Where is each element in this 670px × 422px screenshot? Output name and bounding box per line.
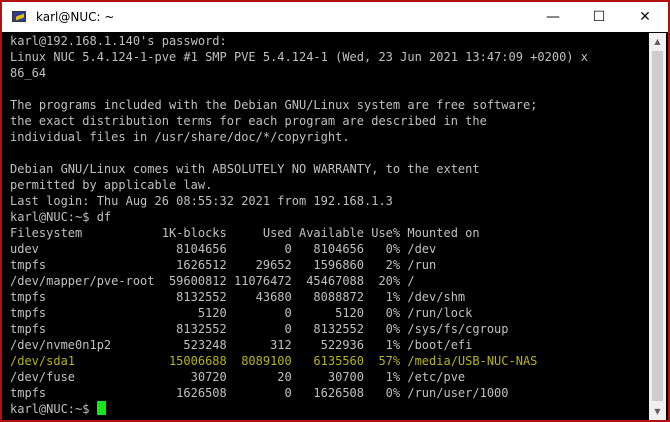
- window-controls: — ☐ ✕: [530, 2, 668, 32]
- terminal-line: karl@192.168.1.140's password:: [10, 33, 652, 49]
- terminal-line: tmpfs 1626508 0 1626508 0% /run/user/100…: [10, 385, 652, 401]
- terminal-line: The programs included with the Debian GN…: [10, 97, 652, 113]
- terminal-line: /dev/sda1 15006688 8089100 6135560 57% /…: [10, 353, 652, 369]
- terminal-line-text: tmpfs 5120 0 5120 0% /run/lock: [10, 306, 473, 320]
- terminal-line: karl@NUC:~$ df: [10, 209, 652, 225]
- terminal-line-text: the exact distribution terms for each pr…: [10, 114, 487, 128]
- terminal-line: /dev/nvme0n1p2 523248 312 522936 1% /boo…: [10, 337, 652, 353]
- vertical-scrollbar[interactable]: ▲ ▼: [649, 33, 666, 420]
- terminal-line-text: Filesystem 1K-blocks Used Available Use%…: [10, 226, 480, 240]
- terminal-line-text: Linux NUC 5.4.124-1-pve #1 SMP PVE 5.4.1…: [10, 50, 588, 64]
- terminal-line: Debian GNU/Linux comes with ABSOLUTELY N…: [10, 161, 652, 177]
- terminal-line: 86_64: [10, 65, 652, 81]
- terminal-line-text: tmpfs 1626512 29652 1596860 2% /run: [10, 258, 437, 272]
- terminal-line: karl@NUC:~$: [10, 401, 652, 417]
- terminal-line-text: Debian GNU/Linux comes with ABSOLUTELY N…: [10, 162, 480, 176]
- scroll-up-arrow-icon[interactable]: ▲: [649, 33, 666, 50]
- terminal-line-text: karl@NUC:~$: [10, 402, 97, 416]
- close-button[interactable]: ✕: [622, 2, 668, 32]
- terminal-line: tmpfs 8132552 0 8132552 0% /sys/fs/cgrou…: [10, 321, 652, 337]
- terminal-line: individual files in /usr/share/doc/*/cop…: [10, 129, 652, 145]
- terminal-line-text: karl@NUC:~$ df: [10, 210, 112, 224]
- terminal-line-text: permitted by applicable law.: [10, 178, 213, 192]
- terminal-line: tmpfs 8132552 43680 8088872 1% /dev/shm: [10, 289, 652, 305]
- terminal-line: the exact distribution terms for each pr…: [10, 113, 652, 129]
- terminal-line: permitted by applicable law.: [10, 177, 652, 193]
- terminal-output[interactable]: karl@192.168.1.140's password: Linux NUC …: [4, 33, 652, 420]
- terminal-line-text: /dev/sda1 15006688 8089100 6135560 57% /…: [10, 354, 538, 368]
- scrollbar-thumb[interactable]: [652, 51, 663, 401]
- terminal-line-text: individual files in /usr/share/doc/*/cop…: [10, 130, 350, 144]
- terminal-line-text: /dev/mapper/pve-root 59600812 11076472 4…: [10, 274, 415, 288]
- maximize-button[interactable]: ☐: [576, 2, 622, 32]
- terminal-line: tmpfs 1626512 29652 1596860 2% /run: [10, 257, 652, 273]
- terminal-line-text: tmpfs 8132552 0 8132552 0% /sys/fs/cgrou…: [10, 322, 509, 336]
- terminal-window: karl@NUC: ~ — ☐ ✕ karl@192.168.1.140's p…: [0, 0, 670, 422]
- terminal-line-text: tmpfs 8132552 43680 8088872 1% /dev/shm: [10, 290, 466, 304]
- terminal-line: udev 8104656 0 8104656 0% /dev: [10, 241, 652, 257]
- terminal-line-text: udev 8104656 0 8104656 0% /dev: [10, 242, 437, 256]
- terminal-line-text: tmpfs 1626508 0 1626508 0% /run/user/100…: [10, 386, 509, 400]
- terminal-line: Filesystem 1K-blocks Used Available Use%…: [10, 225, 652, 241]
- terminal-line-text: 86_64: [10, 66, 47, 80]
- terminal-line: Last login: Thu Aug 26 08:55:32 2021 fro…: [10, 193, 652, 209]
- minimize-button[interactable]: —: [530, 2, 576, 32]
- terminal-line-text: /dev/fuse 30720 20 30700 1% /etc/pve: [10, 370, 466, 384]
- terminal-line: Linux NUC 5.4.124-1-pve #1 SMP PVE 5.4.1…: [10, 49, 652, 65]
- terminal-line: /dev/fuse 30720 20 30700 1% /etc/pve: [10, 369, 652, 385]
- terminal-line-text: karl@192.168.1.140's password:: [10, 34, 227, 48]
- terminal-line: /dev/mapper/pve-root 59600812 11076472 4…: [10, 273, 652, 289]
- terminal-line-text: /dev/nvme0n1p2 523248 312 522936 1% /boo…: [10, 338, 473, 352]
- title-bar[interactable]: karl@NUC: ~ — ☐ ✕: [2, 2, 668, 32]
- terminal-line-text: Last login: Thu Aug 26 08:55:32 2021 fro…: [10, 194, 393, 208]
- scroll-down-arrow-icon[interactable]: ▼: [649, 403, 666, 420]
- terminal-line: tmpfs 5120 0 5120 0% /run/lock: [10, 305, 652, 321]
- window-title: karl@NUC: ~: [36, 10, 115, 24]
- terminal-cursor: [96, 401, 106, 415]
- terminal-line-text: The programs included with the Debian GN…: [10, 98, 538, 112]
- putty-icon[interactable]: [10, 8, 28, 26]
